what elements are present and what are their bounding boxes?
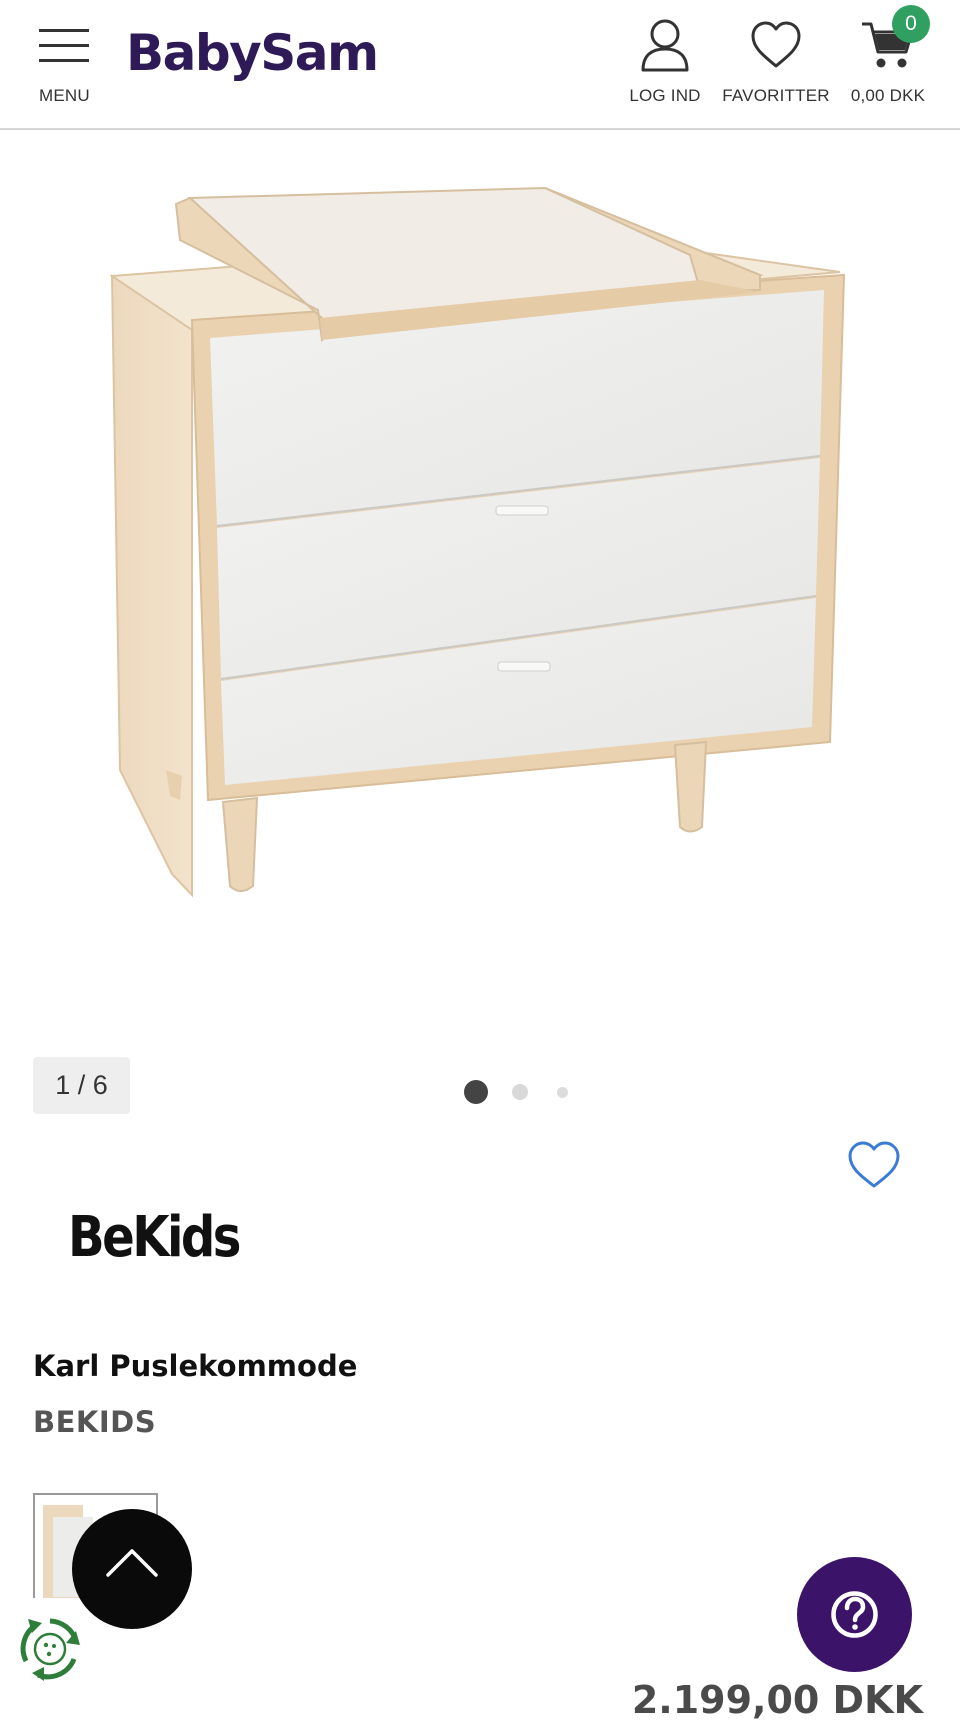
login-button[interactable]: LOG IND bbox=[628, 18, 702, 106]
heart-outline-icon[interactable] bbox=[846, 1140, 902, 1190]
scroll-top-button[interactable] bbox=[72, 1509, 192, 1629]
favorites-label: FAVORITTER bbox=[722, 86, 830, 105]
hamburger-icon bbox=[39, 26, 89, 64]
gallery-dot[interactable] bbox=[557, 1087, 568, 1098]
babysam-logo[interactable]: BabySam bbox=[126, 28, 379, 78]
login-label: LOG IND bbox=[629, 86, 701, 105]
image-counter: 1 / 6 bbox=[33, 1057, 130, 1114]
brand-logo[interactable]: BeKids bbox=[68, 1210, 241, 1266]
menu-label: MENU bbox=[39, 86, 90, 105]
favorites-button[interactable]: FAVORITTER bbox=[722, 18, 830, 106]
cart-total: 0,00 DKK bbox=[850, 86, 926, 105]
recycle-icon[interactable] bbox=[16, 1615, 84, 1683]
product-brand[interactable]: BEKIDS bbox=[33, 1405, 156, 1439]
help-button[interactable] bbox=[797, 1557, 912, 1672]
site-header: MENU BabySam LOG IND FAVORITTER 0,00 DKK… bbox=[0, 0, 960, 130]
heart-icon bbox=[751, 21, 801, 68]
gallery-dot[interactable] bbox=[512, 1084, 528, 1100]
cart-count-badge: 0 bbox=[892, 5, 930, 43]
product-price: 2.199,00 DKK bbox=[631, 1678, 923, 1722]
chevron-up-icon bbox=[106, 1549, 158, 1577]
product-image[interactable] bbox=[100, 180, 860, 990]
question-circle-icon bbox=[831, 1591, 878, 1638]
menu-button[interactable]: MENU bbox=[38, 26, 90, 105]
user-icon bbox=[641, 19, 689, 72]
gallery-dot-active[interactable] bbox=[464, 1080, 488, 1104]
product-title: Karl Puslekommode bbox=[33, 1349, 358, 1383]
